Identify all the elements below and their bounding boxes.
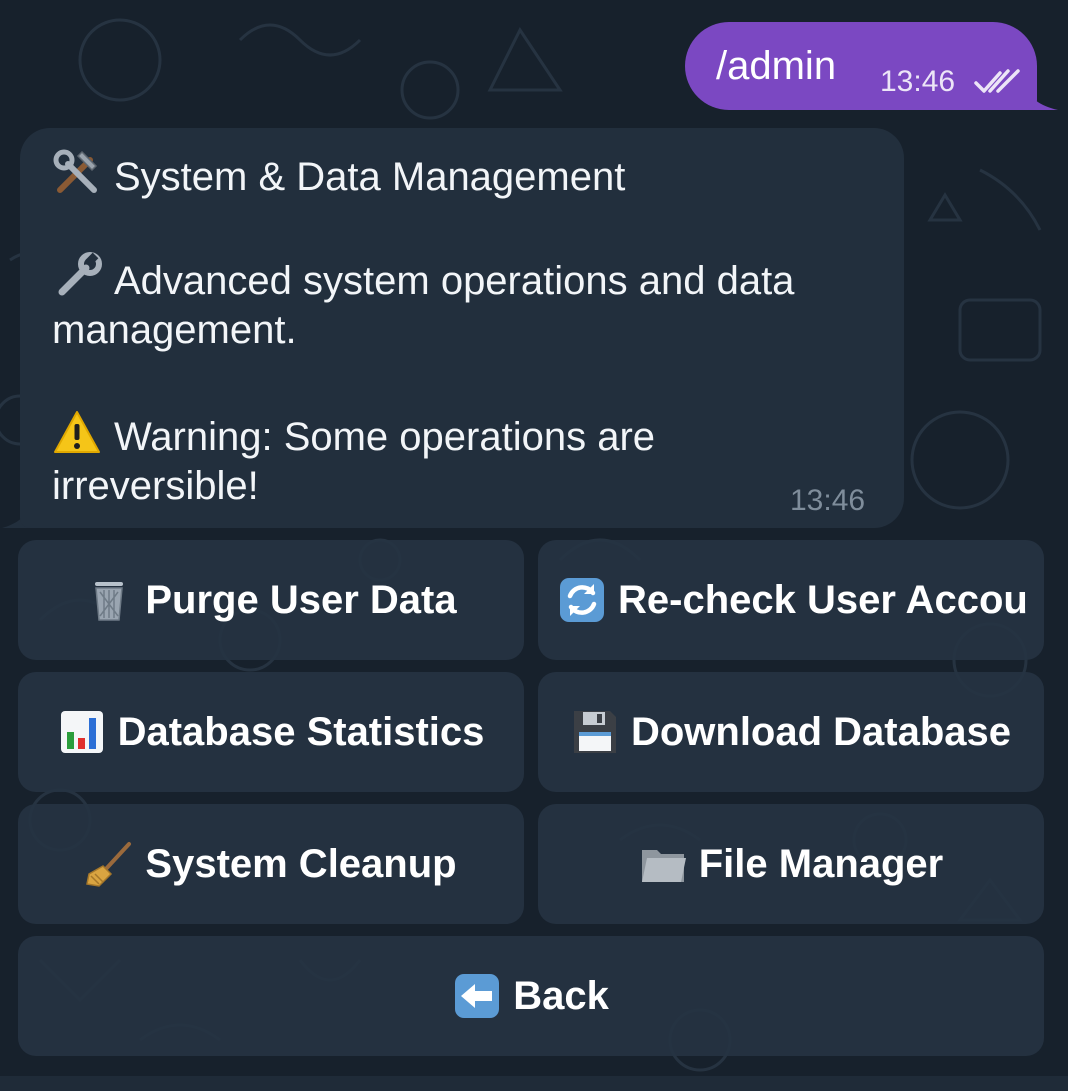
floppy-disk-icon (573, 711, 616, 753)
purge-user-data-button[interactable]: Purge User Data (18, 540, 524, 660)
chat-area: /admin 13:46 System & Data Management Ad (0, 0, 1068, 1091)
file-manager-label: File Manager (698, 841, 944, 886)
back-label: Back (513, 973, 609, 1018)
outgoing-message[interactable]: /admin 13:46 (685, 22, 1037, 110)
database-statistics-button[interactable]: Database Statistics (18, 672, 524, 792)
database-statistics-label: Database Statistics (117, 709, 485, 754)
recheck-user-accounts-button[interactable]: Re-check User Accou (538, 540, 1044, 660)
message-warning-line: Warning: Some operations are (52, 408, 655, 463)
wastebasket-icon (95, 582, 124, 621)
message-description-line2: management. (52, 308, 297, 352)
file-manager-button[interactable]: File Manager (538, 804, 1044, 924)
left-arrow-icon (455, 974, 500, 1018)
message-warning-line1: Warning: Some operations are (114, 415, 656, 459)
recheck-user-accounts-label: Re-check User Accou (618, 577, 1028, 622)
hammer-and-wrench-icon (53, 149, 98, 193)
incoming-message-time: 13:46 (790, 484, 866, 517)
folder-icon (641, 850, 686, 882)
outgoing-message-text: /admin (716, 44, 837, 88)
message-warning-line2: irreversible! (52, 464, 259, 508)
incoming-message[interactable]: System & Data Management Advanced system… (20, 128, 904, 528)
broom-icon (86, 842, 132, 887)
refresh-icon (560, 578, 604, 622)
double-check-icon (974, 69, 1020, 93)
back-button[interactable]: Back (18, 936, 1044, 1056)
wrench-icon (58, 252, 102, 296)
purge-user-data-label: Purge User Data (145, 577, 457, 622)
download-database-button[interactable]: Download Database (538, 672, 1044, 792)
message-description-line: Advanced system operations and data (52, 252, 794, 307)
download-database-label: Download Database (630, 709, 1012, 754)
warning-icon (54, 411, 100, 453)
message-title: System & Data Management (114, 155, 626, 199)
message-title-line: System & Data Management (52, 148, 625, 203)
outgoing-message-time: 13:46 (880, 65, 956, 98)
input-bar-edge (0, 1076, 1068, 1091)
bar-chart-icon (60, 711, 103, 753)
system-cleanup-label: System Cleanup (145, 841, 457, 886)
message-description-line1: Advanced system operations and data (114, 259, 795, 303)
system-cleanup-button[interactable]: System Cleanup (18, 804, 524, 924)
